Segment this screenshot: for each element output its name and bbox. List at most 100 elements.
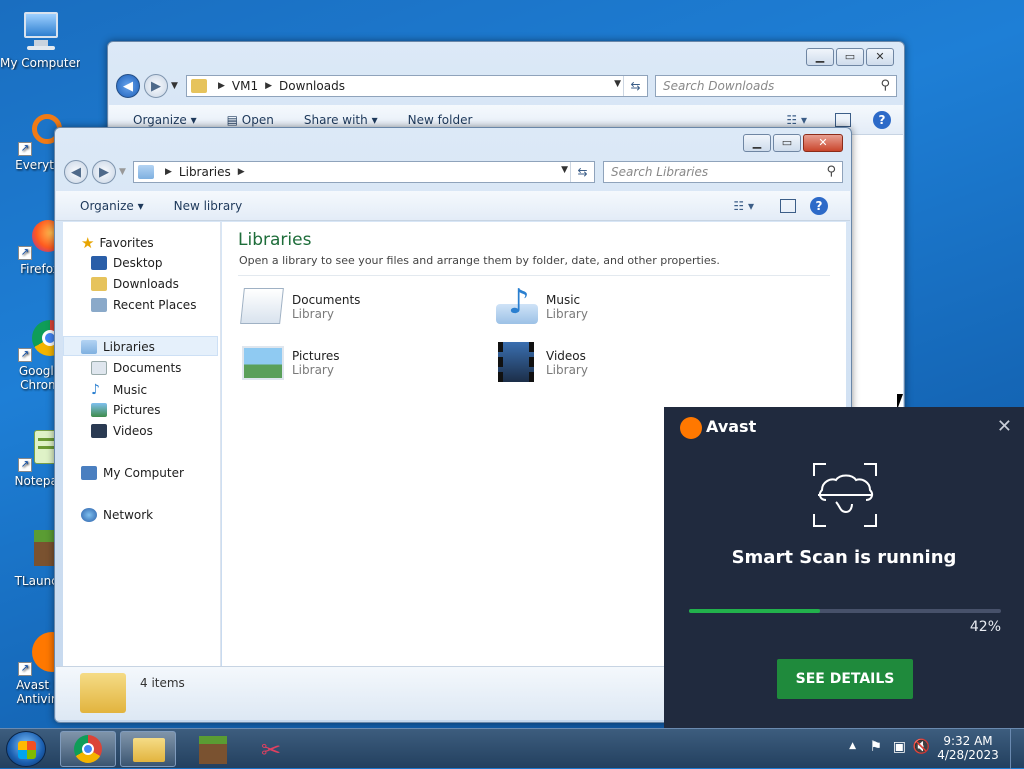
clock-date: 4/28/2023 bbox=[937, 748, 999, 762]
search-input[interactable]: Search Downloads ⚲ bbox=[655, 75, 897, 97]
maximize-button[interactable]: ▭ bbox=[836, 48, 864, 66]
nav-item-videos[interactable]: Videos bbox=[91, 424, 153, 438]
search-icon[interactable]: ⚲ bbox=[826, 164, 836, 179]
pictures-library-icon bbox=[238, 340, 288, 386]
scan-status-message: Smart Scan is running bbox=[731, 547, 957, 568]
breadcrumb-separator-icon: ▶ bbox=[218, 81, 225, 91]
shortcut-arrow-icon: ↗ bbox=[18, 662, 32, 676]
breadcrumb-separator-icon: ▶ bbox=[165, 167, 172, 177]
new-library-button[interactable]: New library bbox=[174, 199, 243, 213]
folder-icon bbox=[80, 673, 126, 713]
taskbar-snipping-tool[interactable]: ✂ bbox=[246, 731, 302, 767]
taskbar-minecraft[interactable] bbox=[184, 731, 240, 767]
maximize-button[interactable]: ▭ bbox=[773, 134, 801, 152]
refresh-icon[interactable]: ⇆ bbox=[623, 76, 647, 96]
minimize-button[interactable]: ▁ bbox=[743, 134, 771, 152]
nav-item-music[interactable]: ♪ Music bbox=[91, 382, 147, 398]
search-icon[interactable]: ⚲ bbox=[880, 78, 890, 93]
search-placeholder: Search Libraries bbox=[611, 165, 709, 179]
forward-arrow-icon[interactable]: ▶ bbox=[144, 74, 168, 98]
music-library-icon: ♪ bbox=[492, 284, 542, 330]
search-input[interactable]: Search Libraries ⚲ bbox=[603, 161, 843, 183]
forward-arrow-icon[interactable]: ▶ bbox=[92, 160, 116, 184]
start-button[interactable] bbox=[6, 731, 46, 767]
preview-pane-icon[interactable] bbox=[780, 198, 796, 213]
address-dropdown-icon[interactable]: ▼ bbox=[614, 79, 621, 89]
nav-favorites[interactable]: ★ Favorites bbox=[81, 234, 154, 252]
navigation-pane: ★ Favorites Desktop Downloads Recent Pla… bbox=[63, 222, 221, 666]
taskbar-chrome[interactable] bbox=[60, 731, 116, 767]
close-button[interactable]: ✕ bbox=[866, 48, 894, 66]
nav-item-desktop[interactable]: Desktop bbox=[91, 256, 163, 270]
address-bar[interactable]: ▶ VM1 ▶ Downloads ▼ ⇆ bbox=[186, 75, 648, 97]
refresh-icon[interactable]: ⇆ bbox=[570, 162, 594, 182]
share-with-button[interactable]: Share with ▾ bbox=[304, 113, 378, 127]
nav-buttons: ◀ ▶ ▼ bbox=[64, 160, 126, 184]
documents-icon bbox=[91, 361, 107, 375]
nav-libraries[interactable]: Libraries bbox=[81, 340, 155, 354]
nav-item-documents[interactable]: Documents bbox=[91, 361, 181, 375]
videos-library-icon bbox=[492, 340, 542, 386]
downloads-folder-icon bbox=[91, 277, 107, 291]
library-item-music[interactable]: ♪ Music Library bbox=[492, 284, 588, 330]
avast-popup[interactable]: Avast ✕ Smart Scan is running 42% SEE DE… bbox=[664, 407, 1024, 728]
back-arrow-icon[interactable]: ◀ bbox=[64, 160, 88, 184]
show-desktop-button[interactable] bbox=[1010, 729, 1024, 769]
desktop-icon-label: My Computer bbox=[0, 56, 80, 70]
back-arrow-icon[interactable]: ◀ bbox=[116, 74, 140, 98]
star-icon: ★ bbox=[81, 234, 95, 252]
library-item-videos[interactable]: Videos Library bbox=[492, 340, 588, 386]
windows-logo-icon bbox=[18, 741, 36, 759]
show-hidden-icons-chevron-icon[interactable]: ▲ bbox=[849, 741, 856, 751]
nav-item-recent-places[interactable]: Recent Places bbox=[91, 298, 196, 312]
help-icon[interactable]: ? bbox=[873, 110, 891, 129]
libraries-icon bbox=[81, 340, 97, 354]
desktop-icon-my-computer[interactable]: My Computer bbox=[0, 10, 80, 70]
shortcut-arrow-icon: ↗ bbox=[18, 246, 32, 260]
help-icon[interactable]: ? bbox=[810, 196, 828, 215]
taskbar: ✂ ▲ ⚑ ▣ 🔇 9:32 AM 4/28/2023 bbox=[0, 728, 1024, 769]
shortcut-arrow-icon: ↗ bbox=[18, 142, 32, 156]
open-button[interactable]: ▤ Open bbox=[227, 113, 274, 127]
close-icon[interactable]: ✕ bbox=[997, 416, 1012, 437]
nav-item-downloads[interactable]: Downloads bbox=[91, 277, 179, 291]
recent-pages-chevron-icon[interactable]: ▼ bbox=[171, 81, 178, 91]
documents-library-icon bbox=[238, 284, 288, 330]
breadcrumb-item[interactable]: Downloads bbox=[279, 79, 345, 93]
network-tray-icon[interactable]: ▣ bbox=[893, 739, 906, 755]
computer-icon bbox=[81, 466, 97, 480]
libraries-icon bbox=[138, 165, 154, 179]
videos-icon bbox=[91, 424, 107, 438]
organize-button[interactable]: Organize ▾ bbox=[133, 113, 197, 127]
nav-my-computer[interactable]: My Computer bbox=[81, 466, 184, 480]
library-item-pictures[interactable]: Pictures Library bbox=[238, 340, 340, 386]
scan-progress-fill bbox=[689, 609, 821, 613]
explorer-folder-icon bbox=[133, 738, 165, 762]
volume-muted-icon[interactable]: 🔇 bbox=[913, 739, 930, 755]
nav-buttons: ◀ ▶ ▼ bbox=[116, 74, 178, 98]
nav-item-pictures[interactable]: Pictures bbox=[91, 403, 161, 417]
page-subtitle: Open a library to see your files and arr… bbox=[239, 254, 720, 267]
recent-pages-chevron-icon[interactable]: ▼ bbox=[119, 167, 126, 177]
close-button[interactable]: ✕ bbox=[803, 134, 843, 152]
breadcrumb-item[interactable]: Libraries bbox=[179, 165, 231, 179]
minimize-button[interactable]: ▁ bbox=[806, 48, 834, 66]
see-details-button[interactable]: SEE DETAILS bbox=[777, 659, 913, 699]
address-dropdown-icon[interactable]: ▼ bbox=[561, 165, 568, 175]
scan-progress-bar bbox=[689, 609, 1001, 613]
desktop-icon bbox=[91, 256, 107, 270]
breadcrumb-item[interactable]: VM1 bbox=[232, 79, 258, 93]
view-options-icon[interactable]: ☷ ▾ bbox=[786, 113, 807, 127]
clock[interactable]: 9:32 AM 4/28/2023 bbox=[936, 734, 1000, 762]
library-item-documents[interactable]: Documents Library bbox=[238, 284, 360, 330]
action-center-flag-icon[interactable]: ⚑ bbox=[869, 739, 882, 755]
address-bar[interactable]: ▶ Libraries ▶ ▼ ⇆ bbox=[133, 161, 595, 183]
organize-button[interactable]: Organize ▾ bbox=[80, 199, 144, 213]
new-folder-button[interactable]: New folder bbox=[408, 113, 473, 127]
scan-progress-percent: 42% bbox=[969, 619, 1001, 635]
item-count: 4 items bbox=[140, 676, 185, 690]
preview-pane-icon[interactable] bbox=[835, 112, 851, 127]
taskbar-explorer[interactable] bbox=[120, 731, 176, 767]
nav-network[interactable]: Network bbox=[81, 508, 153, 522]
view-options-icon[interactable]: ☷ ▾ bbox=[733, 199, 754, 213]
